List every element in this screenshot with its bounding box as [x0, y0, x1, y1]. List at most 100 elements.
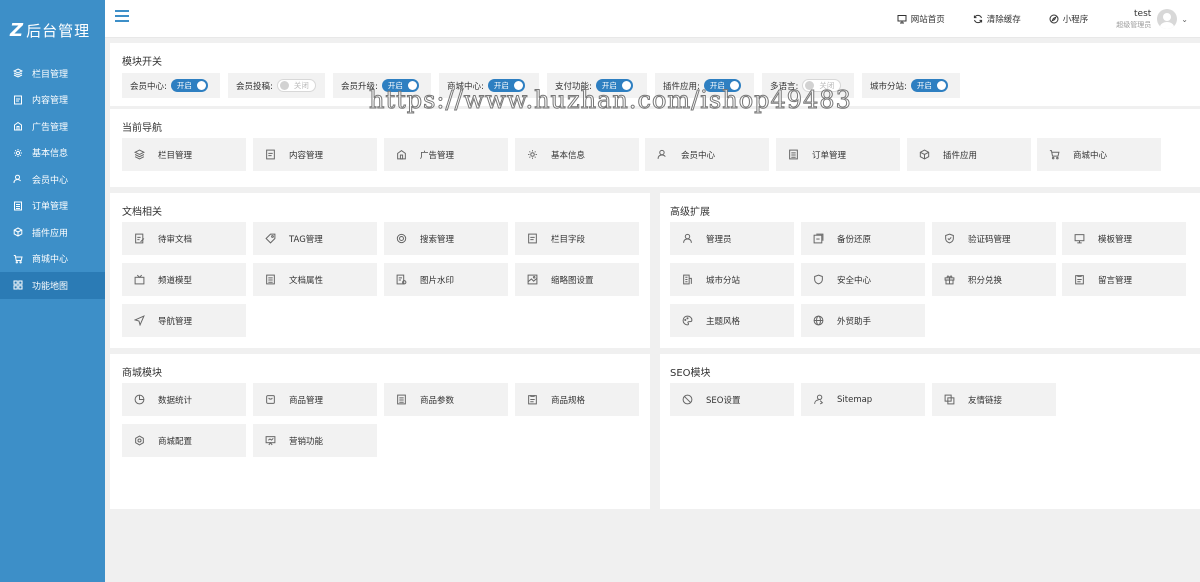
- switch-label: 插件应用:: [663, 81, 700, 92]
- shop-tile-products[interactable]: 商品管理: [253, 383, 377, 416]
- nav-tile-basic-info[interactable]: 基本信息: [515, 138, 639, 171]
- panel-title: 文档相关: [122, 207, 162, 218]
- doc-tile-search[interactable]: 搜索管理: [384, 222, 508, 255]
- nav-tile-member[interactable]: 会员中心: [645, 138, 769, 171]
- doc-tile-tag[interactable]: TAG管理: [253, 222, 377, 255]
- nav-tile-orders[interactable]: 订单管理: [776, 138, 900, 171]
- sidebar-item-orders[interactable]: 订单管理: [0, 193, 105, 220]
- adv-tile-captcha[interactable]: 验证码管理: [932, 222, 1056, 255]
- nav-tile-ads[interactable]: 广告管理: [384, 138, 508, 171]
- shop-tile-params[interactable]: 商品参数: [384, 383, 508, 416]
- tile-label: 栏目管理: [158, 150, 193, 161]
- switch-label: 会员投稿:: [236, 81, 273, 92]
- adv-tile-admin[interactable]: 管理员: [670, 222, 794, 255]
- globe-icon: [813, 315, 824, 326]
- doc-tile-channel-model[interactable]: 频道模型: [122, 263, 246, 296]
- tile-label: 主题风格: [706, 316, 741, 327]
- shop-tile-config[interactable]: 商城配置: [122, 424, 246, 457]
- adv-tile-city-site[interactable]: 城市分站: [670, 263, 794, 296]
- sidebar-item-column[interactable]: 栏目管理: [0, 60, 105, 87]
- seo-tile-settings[interactable]: SEO设置: [670, 383, 794, 416]
- adv-tile-theme[interactable]: 主题风格: [670, 304, 794, 337]
- sidebar-item-content[interactable]: 内容管理: [0, 87, 105, 114]
- doc-tile-column-field[interactable]: 栏目字段: [515, 222, 639, 255]
- nav-tile-column[interactable]: 栏目管理: [122, 138, 246, 171]
- tile-label: 营销功能: [289, 436, 324, 447]
- top-header: 网站首页 清除缓存 小程序 test 超级管理员 ⌄: [105, 0, 1200, 38]
- doc-tile-attributes[interactable]: 文档属性: [253, 263, 377, 296]
- cube-icon: [13, 227, 23, 237]
- pie-chart-icon: [134, 394, 145, 405]
- adv-tile-points[interactable]: 积分兑换: [932, 263, 1056, 296]
- switch-member-center: 会员中心: 开启: [122, 73, 220, 98]
- tile-label: 基本信息: [551, 150, 586, 161]
- sidebar-item-basic-info[interactable]: 基本信息: [0, 140, 105, 167]
- switch-toggle[interactable]: 开启: [703, 79, 741, 92]
- switch-toggle[interactable]: 开启: [487, 79, 525, 92]
- doc-tile-thumbnail[interactable]: 缩略图设置: [515, 263, 639, 296]
- sidebar-item-ads[interactable]: 广告管理: [0, 113, 105, 140]
- monitor-icon: [1074, 234, 1085, 244]
- clipboard-icon: [1075, 275, 1084, 285]
- doc-panel: 文档相关 待审文档 TAG管理 搜索管理 栏目字段 频道模型 文档属性 图片水印…: [110, 193, 650, 348]
- switch-label: 多语言:: [770, 81, 799, 92]
- tile-label: 管理员: [706, 234, 732, 245]
- monitor-icon: [897, 15, 907, 24]
- ad-icon: [397, 150, 406, 160]
- switch-toggle[interactable]: 开启: [595, 79, 633, 92]
- nav-tile-shop[interactable]: 商城中心: [1037, 138, 1161, 171]
- tile-label: SEO设置: [706, 395, 741, 406]
- sidebar-item-shop[interactable]: 商城中心: [0, 246, 105, 273]
- user-icon: [13, 174, 23, 184]
- shop-tile-stats[interactable]: 数据统计: [122, 383, 246, 416]
- switch-label: 会员升级:: [341, 81, 378, 92]
- user-icon: [683, 233, 692, 243]
- shield-icon: [814, 274, 823, 285]
- adv-tile-foreign-trade[interactable]: 外贸助手: [801, 304, 925, 337]
- menu-toggle-icon[interactable]: [115, 10, 129, 24]
- switch-toggle[interactable]: 关闭: [802, 79, 842, 92]
- logo[interactable]: Z 后台管理: [0, 0, 105, 60]
- clear-cache-button[interactable]: 清除缓存: [973, 13, 1021, 25]
- sidebar-item-plugins[interactable]: 插件应用: [0, 219, 105, 246]
- switch-multilanguage: 多语言: 关闭: [762, 73, 854, 98]
- site-home-button[interactable]: 网站首页: [897, 13, 945, 25]
- doc-tile-nav[interactable]: 导航管理: [122, 304, 246, 337]
- tile-label: Sitemap: [837, 394, 873, 405]
- sidebar-item-function-map[interactable]: 功能地图: [0, 272, 105, 299]
- shop-tile-marketing[interactable]: 营销功能: [253, 424, 377, 457]
- building-icon: [683, 274, 692, 285]
- tile-label: 外贸助手: [837, 316, 872, 327]
- nav-tile-content[interactable]: 内容管理: [253, 138, 377, 171]
- tile-label: 商品管理: [289, 395, 324, 406]
- seo-tile-sitemap[interactable]: Sitemap: [801, 383, 925, 416]
- search-icon: [396, 233, 407, 244]
- sidebar-item-label: 基本信息: [32, 149, 69, 160]
- switch-toggle[interactable]: 关闭: [276, 79, 316, 92]
- switch-toggle[interactable]: 开启: [170, 79, 208, 92]
- adv-tile-security[interactable]: 安全中心: [801, 263, 925, 296]
- switch-toggle[interactable]: 开启: [381, 79, 419, 92]
- switch-toggle[interactable]: 开启: [910, 79, 948, 92]
- shop-tile-specs[interactable]: 商品规格: [515, 383, 639, 416]
- user-name: test: [1134, 8, 1152, 19]
- mini-program-button[interactable]: 小程序: [1049, 13, 1088, 25]
- ban-icon: [682, 394, 693, 405]
- nav-tile-plugins[interactable]: 插件应用: [907, 138, 1031, 171]
- adv-tile-template[interactable]: 模板管理: [1062, 222, 1186, 255]
- adv-tile-backup[interactable]: 备份还原: [801, 222, 925, 255]
- adv-tile-guestbook[interactable]: 留言管理: [1062, 263, 1186, 296]
- sidebar-item-member[interactable]: 会员中心: [0, 166, 105, 193]
- compass-icon: [1049, 14, 1059, 24]
- doc-tile-watermark[interactable]: 图片水印: [384, 263, 508, 296]
- doc-tile-pending[interactable]: 待审文档: [122, 222, 246, 255]
- tile-label: 订单管理: [812, 150, 847, 161]
- sidebar-item-label: 广告管理: [32, 122, 69, 133]
- seo-panel: SEO模块 SEO设置 Sitemap 友情链接: [660, 354, 1200, 509]
- presentation-icon: [265, 436, 276, 446]
- switch-shop-center: 商城中心: 开启: [439, 73, 539, 98]
- seo-tile-friend-links[interactable]: 友情链接: [932, 383, 1056, 416]
- product-icon: [266, 395, 275, 404]
- sidebar-item-label: 功能地图: [32, 281, 69, 292]
- user-menu[interactable]: test 超级管理员 ⌄: [1116, 9, 1188, 30]
